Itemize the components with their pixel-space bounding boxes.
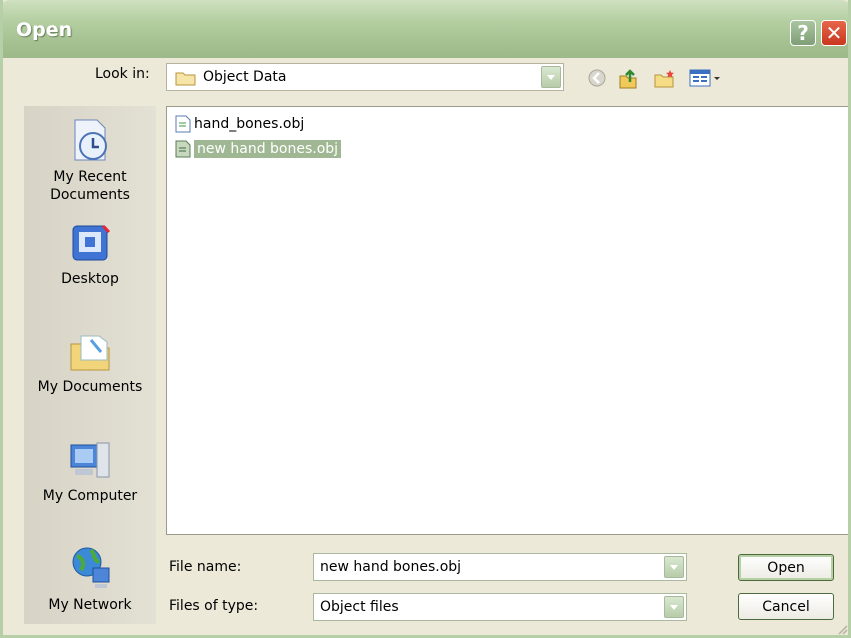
up-folder-icon[interactable] — [617, 68, 639, 90]
resize-grip-icon[interactable] — [836, 623, 848, 635]
views-menu-icon[interactable] — [689, 68, 723, 88]
place-label: My Documents — [37, 379, 143, 395]
file-name: new hand bones.obj — [194, 140, 342, 158]
title-bar[interactable]: Open ? ✕ — [3, 0, 848, 58]
my-documents-icon — [70, 335, 110, 371]
place-my-computer[interactable]: My Computer — [24, 439, 156, 505]
place-label: My Network — [48, 597, 132, 613]
file-item-selected[interactable]: new hand bones.obj — [175, 139, 342, 159]
places-bar: My Recent Documents Desktop My Documents… — [24, 106, 156, 624]
my-computer-icon — [70, 442, 110, 478]
look-in-dropdown[interactable]: Object Data — [166, 63, 564, 91]
file-type-label: Files of type: — [169, 598, 259, 614]
file-item[interactable]: hand_bones.obj — [175, 114, 304, 134]
file-name: hand_bones.obj — [194, 116, 305, 132]
look-in-dropdown-arrow[interactable] — [541, 66, 561, 88]
place-my-recent-documents[interactable]: My Recent Documents — [24, 116, 156, 204]
close-button[interactable]: ✕ — [821, 20, 847, 46]
file-name-input[interactable]: new hand bones.obj — [320, 559, 461, 575]
my-network-icon — [72, 547, 110, 588]
new-folder-icon[interactable] — [653, 68, 677, 90]
file-type-value: Object files — [320, 599, 399, 615]
place-label: My Computer — [42, 488, 138, 504]
open-dialog: Open ? ✕ Look in: Object Data My Recent … — [0, 0, 851, 638]
help-button[interactable]: ? — [790, 20, 816, 46]
desktop-icon — [72, 224, 111, 261]
place-label: My Recent — [53, 169, 127, 185]
back-icon[interactable] — [587, 68, 607, 88]
file-name-label: File name: — [169, 559, 242, 575]
place-my-network[interactable]: My Network — [24, 544, 156, 614]
file-icon — [175, 115, 191, 133]
folder-icon — [175, 72, 196, 86]
file-icon — [175, 140, 191, 158]
file-name-dropdown-arrow[interactable] — [664, 556, 684, 578]
cancel-button[interactable]: Cancel — [738, 593, 834, 620]
recent-documents-icon — [74, 119, 107, 161]
open-button[interactable]: Open — [738, 554, 834, 581]
window-title: Open — [16, 19, 73, 41]
file-type-select[interactable]: Object files — [313, 593, 687, 621]
place-my-documents[interactable]: My Documents — [24, 330, 156, 396]
file-name-combo[interactable]: new hand bones.obj — [313, 553, 687, 581]
place-desktop[interactable]: Desktop — [24, 222, 156, 288]
file-list[interactable]: hand_bones.obj new hand bones.obj — [166, 106, 848, 535]
place-label: Documents — [50, 187, 130, 203]
file-type-dropdown-arrow[interactable] — [664, 596, 684, 618]
look-in-value: Object Data — [203, 69, 287, 85]
look-in-label: Look in: — [95, 66, 150, 82]
place-label: Desktop — [61, 271, 119, 287]
